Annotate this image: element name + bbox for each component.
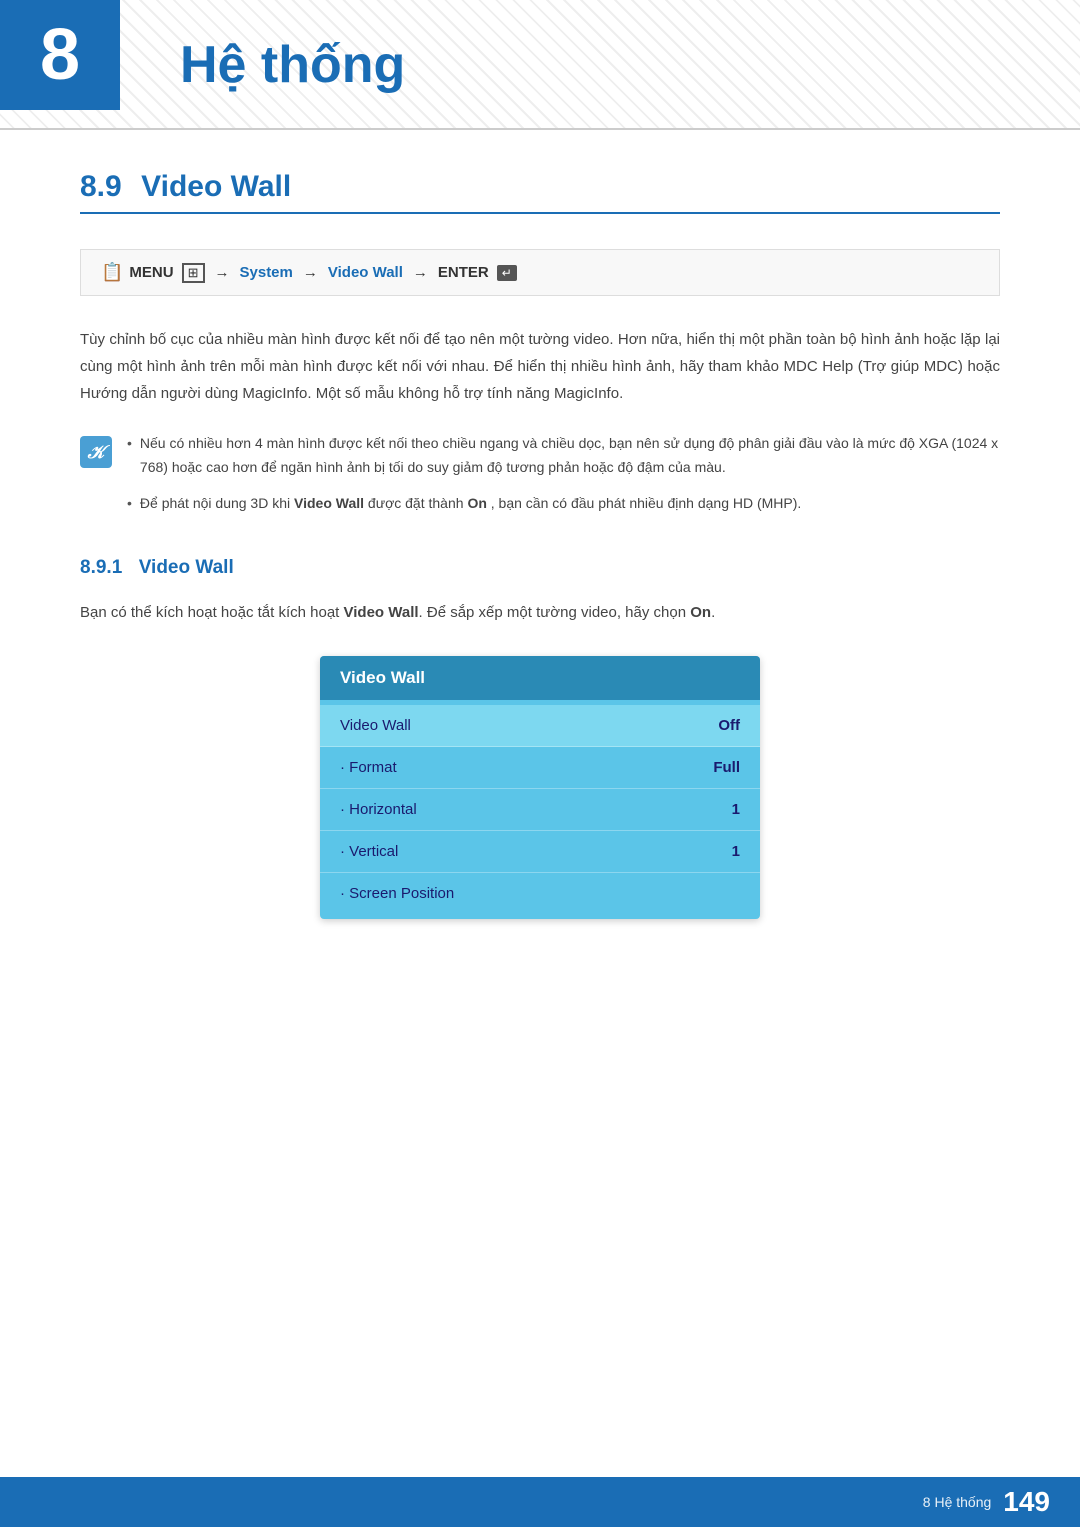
menu-item-horizontal[interactable]: · Horizontal 1 (320, 789, 760, 831)
footer-chapter: 8 Hệ thống (923, 1494, 992, 1510)
menu-item-screen-position[interactable]: · Screen Position (320, 873, 760, 914)
menu-item-videowall[interactable]: Video Wall Off (320, 705, 760, 747)
menu-path: 📋 MENU ⊞ → System → Video Wall → ENTER ↵ (80, 249, 1000, 296)
menu-box-items: Video Wall Off · Format Full · Horizonta… (320, 700, 760, 919)
menu-box-title: Video Wall (320, 656, 760, 700)
section-title: Video Wall (141, 170, 291, 203)
menu-item-format[interactable]: · Format Full (320, 747, 760, 789)
section-number: 8.9 (80, 170, 122, 203)
subsection-number: 8.9.1 (80, 557, 122, 578)
notes-section: 𝒦 • Nếu có nhiều hơn 4 màn hình được kết… (80, 432, 1000, 527)
subsection-title: Video Wall (139, 557, 234, 578)
note-item-1: • Nếu có nhiều hơn 4 màn hình được kết n… (127, 432, 1000, 480)
menu-item-vertical[interactable]: · Vertical 1 (320, 831, 760, 873)
note-icon: 𝒦 (80, 436, 112, 468)
subsection-body: Bạn có thể kích hoạt hoặc tắt kích hoạt … (80, 599, 1000, 626)
video-wall-menu-box: Video Wall Video Wall Off · Format Full … (320, 656, 760, 919)
footer-page: 149 (1003, 1486, 1050, 1518)
chapter-title: Hệ thống (180, 35, 405, 95)
chapter-number: 8 (0, 0, 120, 110)
body-text: Tùy chỉnh bố cục của nhiều màn hình được… (80, 326, 1000, 407)
note-item-2: • Để phát nội dung 3D khi Video Wall đượ… (127, 492, 1000, 516)
